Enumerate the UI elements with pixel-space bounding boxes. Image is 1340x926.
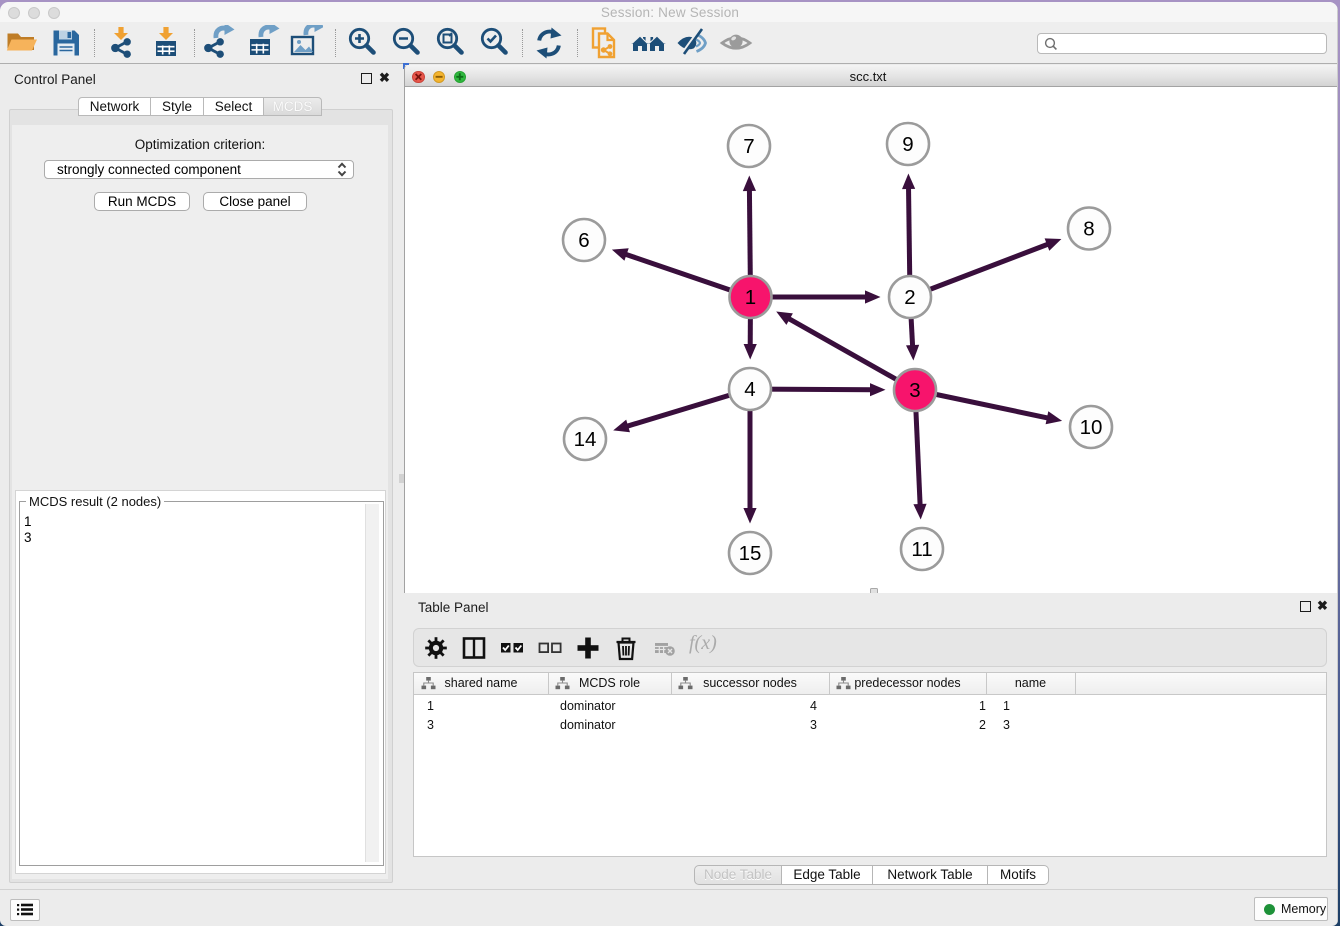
svg-text:6: 6 [578, 229, 589, 252]
svg-text:14: 14 [574, 428, 597, 451]
svg-text:4: 4 [744, 378, 755, 401]
svg-text:1: 1 [745, 286, 756, 309]
svg-text:9: 9 [902, 133, 913, 156]
svg-text:2: 2 [904, 286, 915, 309]
svg-text:7: 7 [743, 135, 754, 158]
svg-text:15: 15 [739, 542, 762, 565]
svg-text:3: 3 [909, 379, 920, 402]
svg-text:10: 10 [1080, 416, 1103, 439]
svg-text:8: 8 [1083, 218, 1094, 241]
svg-text:11: 11 [911, 538, 932, 561]
